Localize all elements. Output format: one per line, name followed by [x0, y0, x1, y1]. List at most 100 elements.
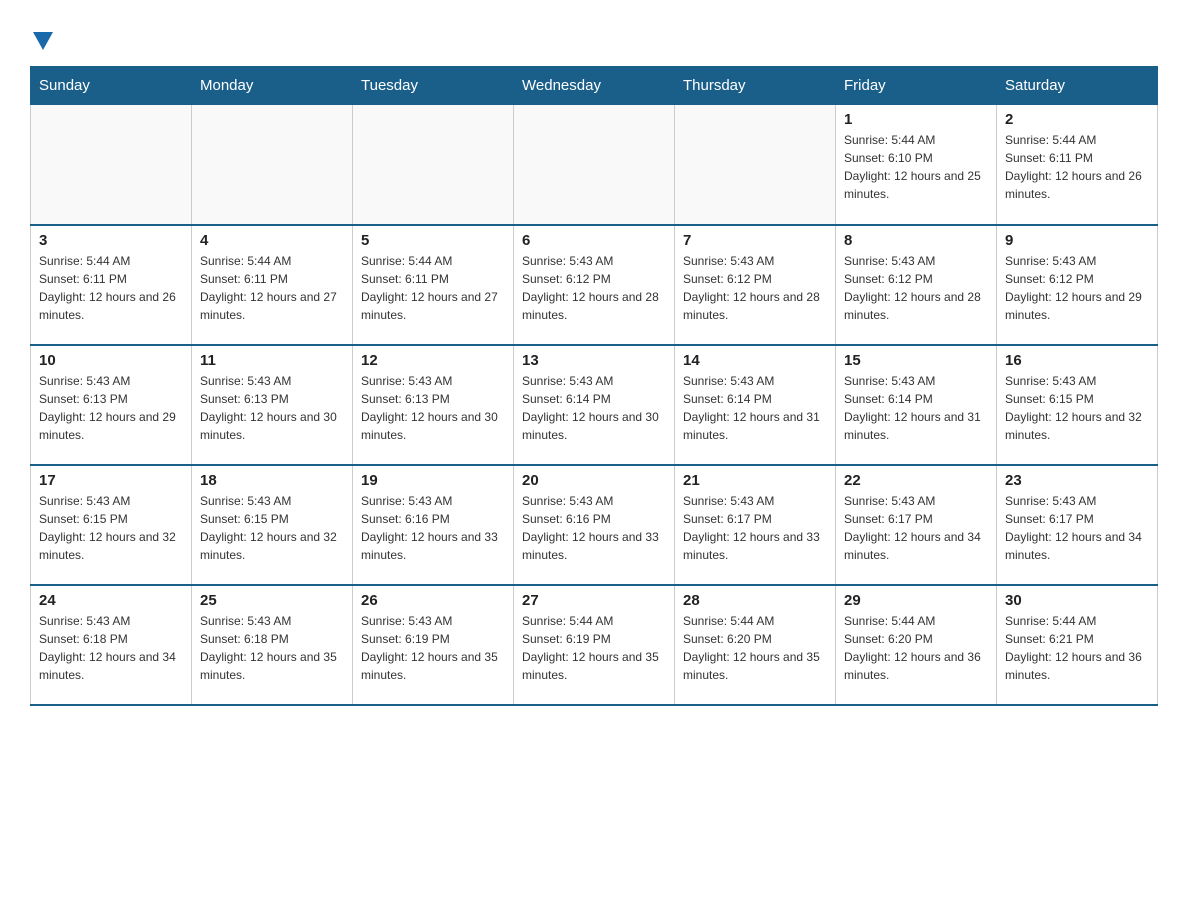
day-number: 20 [522, 472, 666, 489]
day-number: 29 [844, 592, 988, 609]
calendar-day-cell: 19 Sunrise: 5:43 AMSunset: 6:16 PMDayligh… [353, 465, 514, 585]
day-number: 7 [683, 232, 827, 249]
calendar-day-cell: 30 Sunrise: 5:44 AMSunset: 6:21 PMDayligh… [997, 585, 1158, 705]
day-of-week-header: Saturday [997, 67, 1158, 105]
day-info: Sunrise: 5:43 AMSunset: 6:17 PMDaylight:… [1005, 492, 1149, 564]
day-number: 26 [361, 592, 505, 609]
day-info: Sunrise: 5:43 AMSunset: 6:15 PMDaylight:… [200, 492, 344, 564]
day-number: 18 [200, 472, 344, 489]
day-info: Sunrise: 5:43 AMSunset: 6:12 PMDaylight:… [683, 252, 827, 324]
day-info: Sunrise: 5:44 AMSunset: 6:10 PMDaylight:… [844, 131, 988, 203]
calendar-table: SundayMondayTuesdayWednesdayThursdayFrid… [30, 66, 1158, 706]
calendar-day-cell: 16 Sunrise: 5:43 AMSunset: 6:15 PMDayligh… [997, 345, 1158, 465]
day-number: 12 [361, 352, 505, 369]
day-info: Sunrise: 5:43 AMSunset: 6:18 PMDaylight:… [39, 612, 183, 684]
day-of-week-header: Monday [192, 67, 353, 105]
day-number: 10 [39, 352, 183, 369]
calendar-week-row: 10 Sunrise: 5:43 AMSunset: 6:13 PMDayligh… [31, 345, 1158, 465]
calendar-day-cell [31, 105, 192, 225]
calendar-body: 1 Sunrise: 5:44 AMSunset: 6:10 PMDaylight… [31, 105, 1158, 705]
day-number: 2 [1005, 111, 1149, 128]
calendar-day-cell: 23 Sunrise: 5:43 AMSunset: 6:17 PMDayligh… [997, 465, 1158, 585]
day-info: Sunrise: 5:43 AMSunset: 6:14 PMDaylight:… [522, 372, 666, 444]
day-number: 21 [683, 472, 827, 489]
day-info: Sunrise: 5:44 AMSunset: 6:21 PMDaylight:… [1005, 612, 1149, 684]
calendar-header: SundayMondayTuesdayWednesdayThursdayFrid… [31, 67, 1158, 105]
day-of-week-header: Tuesday [353, 67, 514, 105]
day-info: Sunrise: 5:44 AMSunset: 6:11 PMDaylight:… [361, 252, 505, 324]
day-info: Sunrise: 5:43 AMSunset: 6:15 PMDaylight:… [1005, 372, 1149, 444]
day-info: Sunrise: 5:43 AMSunset: 6:12 PMDaylight:… [522, 252, 666, 324]
day-number: 23 [1005, 472, 1149, 489]
day-info: Sunrise: 5:43 AMSunset: 6:19 PMDaylight:… [361, 612, 505, 684]
calendar-day-cell: 9 Sunrise: 5:43 AMSunset: 6:12 PMDaylight… [997, 225, 1158, 345]
day-info: Sunrise: 5:43 AMSunset: 6:16 PMDaylight:… [361, 492, 505, 564]
day-info: Sunrise: 5:43 AMSunset: 6:13 PMDaylight:… [361, 372, 505, 444]
day-info: Sunrise: 5:44 AMSunset: 6:19 PMDaylight:… [522, 612, 666, 684]
calendar-day-cell: 8Sunrise: 5:43 AMSunset: 6:12 PMDaylight… [836, 225, 997, 345]
calendar-week-row: 3Sunrise: 5:44 AMSunset: 6:11 PMDaylight… [31, 225, 1158, 345]
day-number: 22 [844, 472, 988, 489]
day-info: Sunrise: 5:44 AMSunset: 6:20 PMDaylight:… [683, 612, 827, 684]
day-number: 17 [39, 472, 183, 489]
day-info: Sunrise: 5:43 AMSunset: 6:14 PMDaylight:… [683, 372, 827, 444]
calendar-day-cell: 14 Sunrise: 5:43 AMSunset: 6:14 PMDayligh… [675, 345, 836, 465]
calendar-day-cell: 17 Sunrise: 5:43 AMSunset: 6:15 PMDayligh… [31, 465, 192, 585]
calendar-day-cell: 2Sunrise: 5:44 AMSunset: 6:11 PMDaylight… [997, 105, 1158, 225]
calendar-day-cell: 18 Sunrise: 5:43 AMSunset: 6:15 PMDayligh… [192, 465, 353, 585]
day-number: 13 [522, 352, 666, 369]
day-info: Sunrise: 5:43 AMSunset: 6:18 PMDaylight:… [200, 612, 344, 684]
day-number: 4 [200, 232, 344, 249]
calendar-day-cell: 15Sunrise: 5:43 AMSunset: 6:14 PMDayligh… [836, 345, 997, 465]
calendar-day-cell: 12 Sunrise: 5:43 AMSunset: 6:13 PMDayligh… [353, 345, 514, 465]
day-number: 9 [1005, 232, 1149, 249]
day-number: 1 [844, 111, 988, 128]
day-info: Sunrise: 5:43 AMSunset: 6:17 PMDaylight:… [683, 492, 827, 564]
logo-triangle-icon [33, 32, 53, 50]
calendar-day-cell: 24 Sunrise: 5:43 AMSunset: 6:18 PMDayligh… [31, 585, 192, 705]
calendar-day-cell: 22 Sunrise: 5:43 AMSunset: 6:17 PMDayligh… [836, 465, 997, 585]
day-number: 24 [39, 592, 183, 609]
day-info: Sunrise: 5:43 AMSunset: 6:14 PMDaylight:… [844, 372, 988, 444]
day-number: 14 [683, 352, 827, 369]
calendar-day-cell: 5 Sunrise: 5:44 AMSunset: 6:11 PMDaylight… [353, 225, 514, 345]
day-info: Sunrise: 5:43 AMSunset: 6:12 PMDaylight:… [1005, 252, 1149, 324]
calendar-day-cell: 20 Sunrise: 5:43 AMSunset: 6:16 PMDayligh… [514, 465, 675, 585]
day-info: Sunrise: 5:43 AMSunset: 6:17 PMDaylight:… [844, 492, 988, 564]
calendar-day-cell: 7 Sunrise: 5:43 AMSunset: 6:12 PMDaylight… [675, 225, 836, 345]
calendar-day-cell [353, 105, 514, 225]
day-info: Sunrise: 5:44 AMSunset: 6:11 PMDaylight:… [39, 252, 183, 324]
day-of-week-header: Thursday [675, 67, 836, 105]
day-of-week-header: Wednesday [514, 67, 675, 105]
calendar-day-cell: 4Sunrise: 5:44 AMSunset: 6:11 PMDaylight… [192, 225, 353, 345]
day-info: Sunrise: 5:43 AMSunset: 6:13 PMDaylight:… [39, 372, 183, 444]
calendar-day-cell [675, 105, 836, 225]
calendar-week-row: 17 Sunrise: 5:43 AMSunset: 6:15 PMDayligh… [31, 465, 1158, 585]
day-number: 28 [683, 592, 827, 609]
day-info: Sunrise: 5:43 AMSunset: 6:13 PMDaylight:… [200, 372, 344, 444]
calendar-day-cell [192, 105, 353, 225]
day-number: 5 [361, 232, 505, 249]
day-of-week-header: Sunday [31, 67, 192, 105]
calendar-day-cell: 10 Sunrise: 5:43 AMSunset: 6:13 PMDayligh… [31, 345, 192, 465]
day-number: 19 [361, 472, 505, 489]
calendar-week-row: 1 Sunrise: 5:44 AMSunset: 6:10 PMDaylight… [31, 105, 1158, 225]
day-number: 30 [1005, 592, 1149, 609]
calendar-day-cell: 29Sunrise: 5:44 AMSunset: 6:20 PMDayligh… [836, 585, 997, 705]
calendar-week-row: 24 Sunrise: 5:43 AMSunset: 6:18 PMDayligh… [31, 585, 1158, 705]
calendar-day-cell: 11Sunrise: 5:43 AMSunset: 6:13 PMDayligh… [192, 345, 353, 465]
calendar-day-cell: 25Sunrise: 5:43 AMSunset: 6:18 PMDayligh… [192, 585, 353, 705]
page-header [30, 20, 1158, 50]
days-of-week-row: SundayMondayTuesdayWednesdayThursdayFrid… [31, 67, 1158, 105]
logo [30, 28, 53, 50]
day-number: 16 [1005, 352, 1149, 369]
calendar-day-cell: 1 Sunrise: 5:44 AMSunset: 6:10 PMDaylight… [836, 105, 997, 225]
calendar-day-cell [514, 105, 675, 225]
calendar-day-cell: 21 Sunrise: 5:43 AMSunset: 6:17 PMDayligh… [675, 465, 836, 585]
day-info: Sunrise: 5:43 AMSunset: 6:15 PMDaylight:… [39, 492, 183, 564]
day-info: Sunrise: 5:43 AMSunset: 6:12 PMDaylight:… [844, 252, 988, 324]
day-info: Sunrise: 5:43 AMSunset: 6:16 PMDaylight:… [522, 492, 666, 564]
calendar-day-cell: 26 Sunrise: 5:43 AMSunset: 6:19 PMDayligh… [353, 585, 514, 705]
day-number: 6 [522, 232, 666, 249]
day-of-week-header: Friday [836, 67, 997, 105]
